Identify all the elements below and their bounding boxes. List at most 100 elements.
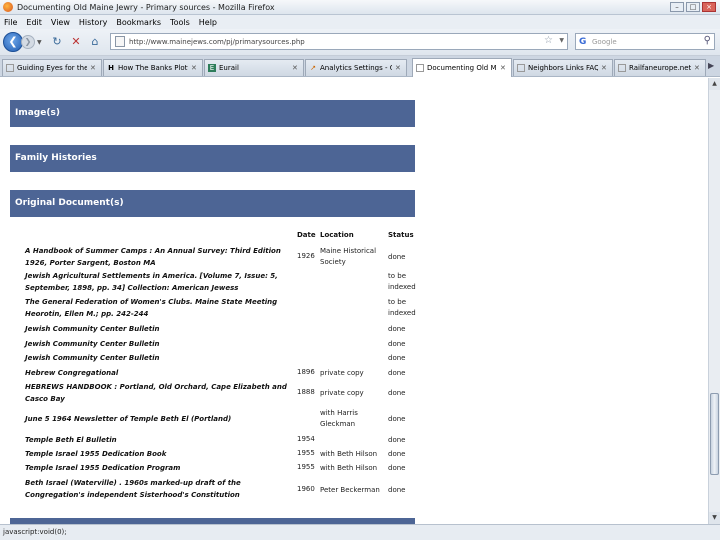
document-title-link[interactable]: Jewish Community Center Bulletin: [25, 339, 295, 351]
document-status: to be indexed: [388, 298, 416, 317]
document-title-link[interactable]: Jewish Community Center Bulletin: [25, 353, 295, 365]
menu-view[interactable]: View: [51, 18, 70, 27]
vertical-scrollbar[interactable]: ▲ ▼: [708, 78, 720, 524]
tab-label: Guiding Eyes for the B...: [17, 64, 87, 72]
reload-icon[interactable]: ↻: [50, 35, 64, 49]
section-header-original-documents: Original Document(s): [10, 190, 415, 217]
document-status: done: [388, 340, 406, 348]
document-title-link[interactable]: The General Federation of Women's Clubs.…: [25, 297, 295, 320]
stop-icon[interactable]: ✕: [69, 35, 83, 49]
document-title-link[interactable]: June 5 1964 Newsletter of Temple Beth El…: [25, 414, 295, 426]
document-status: done: [388, 486, 406, 494]
tab-close-icon[interactable]: ✕: [601, 64, 609, 72]
document-title-link[interactable]: Temple Israel 1955 Dedication Book: [25, 449, 295, 461]
scroll-up-icon[interactable]: ▲: [709, 78, 720, 90]
back-button[interactable]: ❮: [3, 32, 23, 52]
section-header-images: Image(s): [10, 100, 415, 127]
search-box[interactable]: G Google ⚲: [575, 33, 715, 50]
document-title-link[interactable]: Beth Israel (Waterville) . 1960s marked-…: [25, 478, 295, 501]
document-title-link[interactable]: Jewish Agricultural Settlements in Ameri…: [25, 271, 295, 294]
status-bar: javascript:void(0);: [0, 524, 720, 540]
tab-bar: Guiding Eyes for the B... ✕ H How The Ba…: [0, 56, 720, 77]
history-dropdown-icon[interactable]: ▼: [37, 39, 45, 46]
status-text: javascript:void(0);: [3, 528, 67, 536]
menu-history[interactable]: History: [79, 18, 107, 27]
document-title-link[interactable]: Temple Beth El Bulletin: [25, 435, 295, 447]
firefox-logo-icon: [3, 2, 13, 12]
document-title-link[interactable]: Temple Israel 1955 Dedication Program: [25, 463, 295, 475]
document-status: done: [388, 325, 406, 333]
menu-file[interactable]: File: [4, 18, 17, 27]
document-location: Peter Beckerman: [320, 486, 380, 494]
scroll-down-icon[interactable]: ▼: [709, 512, 720, 524]
close-button[interactable]: ×: [702, 2, 716, 12]
tab-label: Railfaneurope.net, Th...: [629, 64, 691, 72]
document-date: 1960: [297, 485, 315, 493]
site-identity-icon[interactable]: [115, 36, 125, 47]
tab-label: Analytics Settings - G...: [320, 64, 392, 72]
document-location: private copy: [320, 389, 364, 397]
column-header-location: Location: [320, 231, 354, 239]
menu-tools[interactable]: Tools: [170, 18, 190, 27]
tab-label: How The Banks Plotte...: [118, 64, 188, 72]
eurail-icon: E: [208, 64, 216, 72]
tab-documenting-old-maine[interactable]: Documenting Old M... ✕: [412, 58, 512, 77]
page-content: Image(s) Family Histories Original Docum…: [0, 78, 708, 524]
menu-help[interactable]: Help: [199, 18, 217, 27]
tab-banks[interactable]: H How The Banks Plotte... ✕: [103, 59, 203, 76]
page-icon: [6, 64, 14, 72]
tab-label: Neighbors Links FAQ: [528, 64, 598, 72]
tab-analytics[interactable]: ↗ Analytics Settings - G... ✕: [305, 59, 407, 76]
document-title-link[interactable]: Jewish Community Center Bulletin: [25, 324, 295, 336]
document-status: done: [388, 354, 406, 362]
document-location: with Harris Gleckman: [320, 409, 358, 428]
back-arrow-icon: ❮: [8, 35, 18, 48]
tab-scroll-right-icon[interactable]: ▶: [708, 61, 718, 73]
page-icon: [416, 64, 424, 72]
document-location: Maine Historical Society: [320, 247, 377, 266]
url-text[interactable]: http://www.mainejews.com/pj/primarysourc…: [129, 38, 305, 46]
tab-eurail[interactable]: E Eurail ✕: [204, 59, 304, 76]
tab-close-icon[interactable]: ✕: [395, 64, 403, 72]
tab-close-icon[interactable]: ✕: [191, 64, 199, 72]
menu-edit[interactable]: Edit: [26, 18, 42, 27]
document-title-link[interactable]: Hebrew Congregational: [25, 368, 295, 380]
document-title-link[interactable]: HEBREWS HANDBOOK : Portland, Old Orchard…: [25, 382, 295, 405]
tab-close-icon[interactable]: ✕: [500, 64, 508, 72]
h-icon: H: [108, 64, 114, 72]
tab-guiding-eyes[interactable]: Guiding Eyes for the B... ✕: [2, 59, 102, 76]
document-date: 1896: [297, 368, 315, 376]
window-title: Documenting Old Maine Jewry - Primary so…: [17, 2, 275, 12]
home-icon[interactable]: ⌂: [88, 35, 102, 49]
minimize-button[interactable]: –: [670, 2, 684, 12]
scrollbar-thumb[interactable]: [710, 393, 719, 475]
document-date: 1955: [297, 449, 315, 457]
document-status: done: [388, 436, 406, 444]
forward-button[interactable]: ❯: [21, 35, 35, 49]
url-dropdown-icon[interactable]: ▼: [559, 37, 564, 44]
tab-railfaneurope[interactable]: Railfaneurope.net, Th... ✕: [614, 59, 706, 76]
address-bar[interactable]: http://www.mainejews.com/pj/primarysourc…: [110, 33, 568, 50]
forward-arrow-icon: ❯: [24, 37, 32, 46]
search-placeholder[interactable]: Google: [592, 38, 617, 46]
document-status: done: [388, 450, 406, 458]
document-location: private copy: [320, 369, 364, 377]
tab-close-icon[interactable]: ✕: [90, 64, 98, 72]
navigation-toolbar: ❮ ❯ ▼ ↻ ✕ ⌂ http://www.mainejews.com/pj/…: [0, 29, 720, 56]
document-date: 1888: [297, 388, 315, 396]
window-controls: – □ ×: [670, 2, 716, 12]
menu-bar: File Edit View History Bookmarks Tools H…: [0, 15, 720, 29]
analytics-icon: ↗: [310, 64, 316, 72]
document-status: done: [388, 369, 406, 377]
tab-close-icon[interactable]: ✕: [694, 64, 702, 72]
tab-close-icon[interactable]: ✕: [292, 64, 300, 72]
window-titlebar: Documenting Old Maine Jewry - Primary so…: [0, 0, 720, 15]
tab-neighbors-links[interactable]: Neighbors Links FAQ ✕: [513, 59, 613, 76]
document-title-link[interactable]: A Handbook of Summer Camps : An Annual S…: [25, 246, 295, 269]
google-engine-icon[interactable]: G: [579, 37, 589, 47]
document-status: done: [388, 389, 406, 397]
maximize-button[interactable]: □: [686, 2, 700, 12]
bookmark-star-icon[interactable]: ☆: [544, 35, 553, 46]
menu-bookmarks[interactable]: Bookmarks: [116, 18, 161, 27]
search-icon[interactable]: ⚲: [704, 35, 711, 46]
